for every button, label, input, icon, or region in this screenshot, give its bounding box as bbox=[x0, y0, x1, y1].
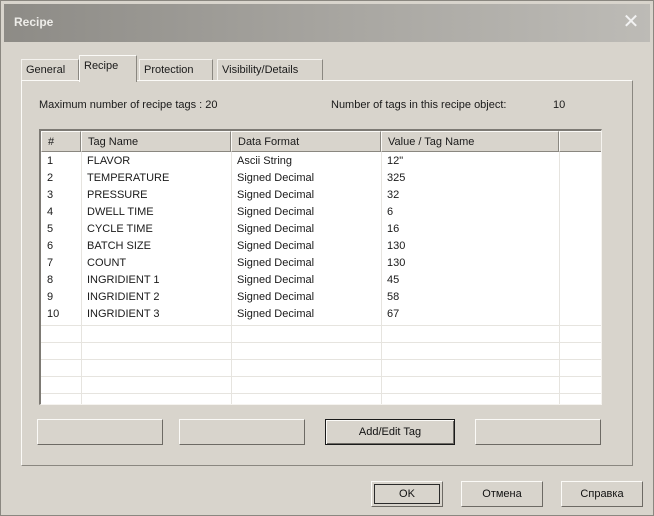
close-button[interactable]: ✕ bbox=[618, 10, 644, 34]
cell-tag-name: PRESSURE bbox=[87, 189, 148, 201]
list-action-button-1[interactable] bbox=[37, 419, 163, 445]
grid-divider bbox=[41, 393, 601, 394]
cell-tag-name: CYCLE TIME bbox=[87, 223, 153, 235]
cell-number: 7 bbox=[47, 257, 54, 269]
table-row[interactable]: 10 INGRIDIENT 3 Signed Decimal 67 bbox=[41, 306, 601, 323]
help-button[interactable]: Справка bbox=[561, 481, 643, 507]
max-tags-label: Maximum number of recipe tags : 20 bbox=[39, 99, 218, 111]
recipe-dialog: Recipe ✕ General Recipe Protection Visib… bbox=[0, 0, 654, 516]
tab-visibility-details[interactable]: Visibility/Details bbox=[217, 59, 323, 81]
cell-tag-name: INGRIDIENT 1 bbox=[87, 274, 160, 286]
cell-data-format: Signed Decimal bbox=[237, 172, 315, 184]
cell-data-format: Signed Decimal bbox=[237, 274, 315, 286]
list-action-button-4[interactable] bbox=[475, 419, 601, 445]
title-bar[interactable]: Recipe ✕ bbox=[4, 4, 650, 42]
cell-number: 1 bbox=[47, 155, 54, 167]
recipe-tags-list[interactable]: # Tag Name Data Format Value / Tag Name … bbox=[39, 129, 602, 405]
column-header-number[interactable]: # bbox=[41, 131, 81, 152]
cell-number: 8 bbox=[47, 274, 54, 286]
cell-data-format: Signed Decimal bbox=[237, 223, 315, 235]
num-tags-label: Number of tags in this recipe object: bbox=[331, 99, 507, 111]
cancel-button[interactable]: Отмена bbox=[461, 481, 543, 507]
grid-divider bbox=[41, 325, 601, 326]
table-row[interactable]: 9 INGRIDIENT 2 Signed Decimal 58 bbox=[41, 289, 601, 306]
cell-number: 6 bbox=[47, 240, 54, 252]
num-tags-value: 10 bbox=[553, 99, 566, 111]
cell-value: 67 bbox=[387, 308, 400, 320]
cell-number: 10 bbox=[47, 308, 60, 320]
table-row[interactable]: 2 TEMPERATURE Signed Decimal 325 bbox=[41, 170, 601, 187]
cell-value: 12" bbox=[387, 155, 404, 167]
cell-value: 32 bbox=[387, 189, 400, 201]
cell-number: 5 bbox=[47, 223, 54, 235]
cell-tag-name: TEMPERATURE bbox=[87, 172, 170, 184]
cell-tag-name: INGRIDIENT 2 bbox=[87, 291, 160, 303]
cell-tag-name: FLAVOR bbox=[87, 155, 131, 167]
list-header: # Tag Name Data Format Value / Tag Name bbox=[41, 131, 601, 152]
add-edit-tag-button[interactable]: Add/Edit Tag bbox=[325, 419, 455, 445]
table-row[interactable]: 1 FLAVOR Ascii String 12" bbox=[41, 153, 601, 170]
table-row[interactable]: 5 CYCLE TIME Signed Decimal 16 bbox=[41, 221, 601, 238]
table-row[interactable]: 4 DWELL TIME Signed Decimal 6 bbox=[41, 204, 601, 221]
ok-button[interactable]: OK bbox=[371, 481, 443, 507]
cell-data-format: Signed Decimal bbox=[237, 257, 315, 269]
cell-tag-name: BATCH SIZE bbox=[87, 240, 151, 252]
cell-tag-name: COUNT bbox=[87, 257, 127, 269]
cell-data-format: Signed Decimal bbox=[237, 240, 315, 252]
column-header-tag-name[interactable]: Tag Name bbox=[81, 131, 231, 152]
window-title: Recipe bbox=[14, 15, 54, 29]
close-icon: ✕ bbox=[622, 11, 640, 33]
table-row[interactable]: 3 PRESSURE Signed Decimal 32 bbox=[41, 187, 601, 204]
list-action-button-2[interactable] bbox=[179, 419, 305, 445]
cell-value: 130 bbox=[387, 257, 406, 269]
tab-protection[interactable]: Protection bbox=[139, 59, 213, 81]
cell-number: 3 bbox=[47, 189, 54, 201]
column-header-data-format[interactable]: Data Format bbox=[231, 131, 381, 152]
cell-number: 2 bbox=[47, 172, 54, 184]
tab-general[interactable]: General bbox=[21, 59, 79, 81]
tab-recipe[interactable]: Recipe bbox=[79, 55, 137, 82]
cell-number: 9 bbox=[47, 291, 54, 303]
grid-divider bbox=[41, 342, 601, 343]
cell-tag-name: DWELL TIME bbox=[87, 206, 154, 218]
cell-value: 325 bbox=[387, 172, 406, 184]
cell-value: 58 bbox=[387, 291, 400, 303]
table-row[interactable]: 6 BATCH SIZE Signed Decimal 130 bbox=[41, 238, 601, 255]
grid-divider bbox=[41, 359, 601, 360]
table-row[interactable]: 7 COUNT Signed Decimal 130 bbox=[41, 255, 601, 272]
cell-number: 4 bbox=[47, 206, 54, 218]
cell-value: 45 bbox=[387, 274, 400, 286]
cell-value: 130 bbox=[387, 240, 406, 252]
cell-value: 6 bbox=[387, 206, 394, 218]
cell-data-format: Ascii String bbox=[237, 155, 293, 167]
column-header-value[interactable]: Value / Tag Name bbox=[381, 131, 559, 152]
cell-tag-name: INGRIDIENT 3 bbox=[87, 308, 160, 320]
cell-data-format: Signed Decimal bbox=[237, 206, 315, 218]
cell-data-format: Signed Decimal bbox=[237, 189, 315, 201]
column-header-extra bbox=[559, 131, 601, 152]
grid-divider bbox=[41, 376, 601, 377]
table-row[interactable]: 8 INGRIDIENT 1 Signed Decimal 45 bbox=[41, 272, 601, 289]
cell-data-format: Signed Decimal bbox=[237, 308, 315, 320]
cell-value: 16 bbox=[387, 223, 400, 235]
cell-data-format: Signed Decimal bbox=[237, 291, 315, 303]
